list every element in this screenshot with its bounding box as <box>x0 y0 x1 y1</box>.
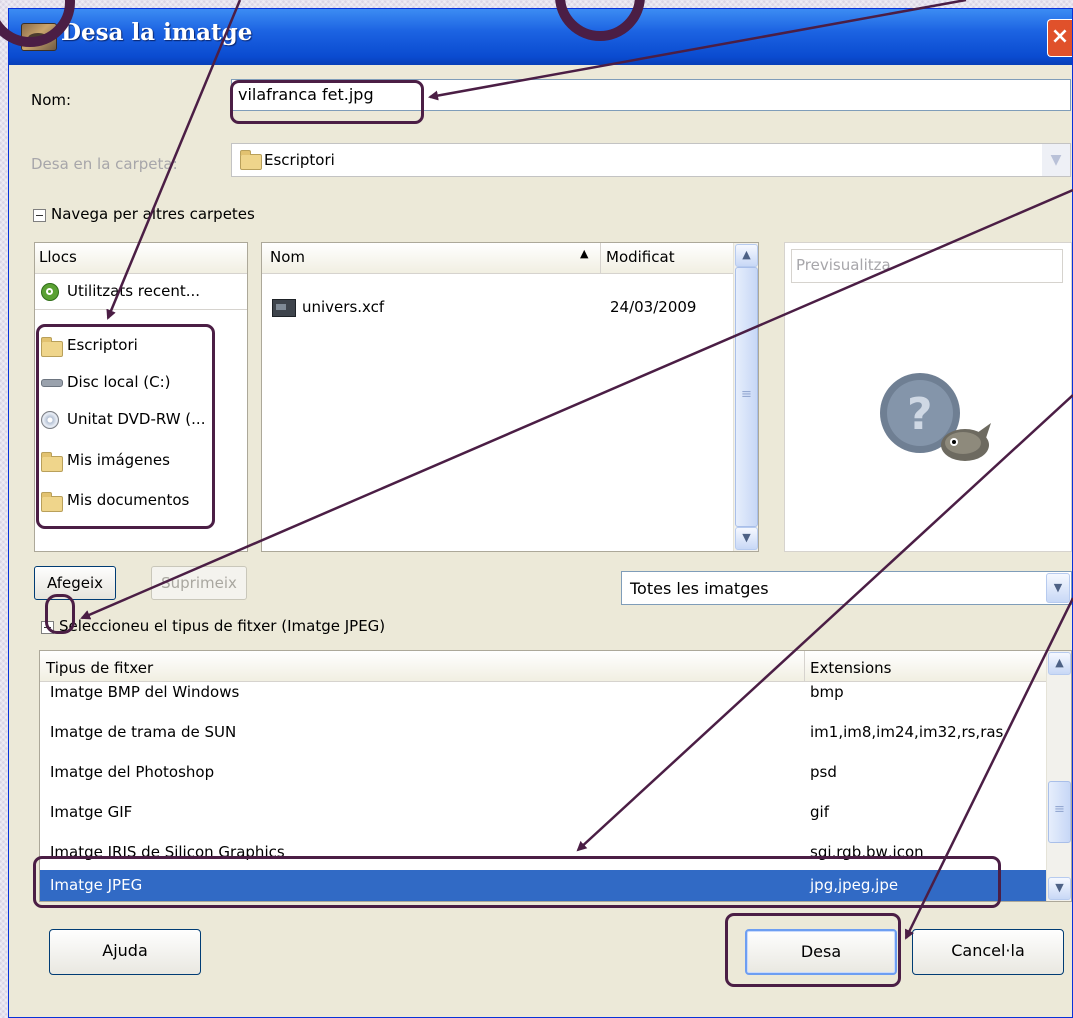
scroll-down-icon[interactable]: ▼ <box>1048 877 1071 900</box>
places-item-label: Utilitzats recent... <box>67 282 201 300</box>
places-header[interactable]: Llocs <box>35 243 247 274</box>
window-title: Desa la imatge <box>61 19 253 46</box>
scroll-up-icon[interactable]: ▲ <box>735 244 758 267</box>
browse-folders-expander[interactable]: Navega per altres carpetes <box>51 205 255 223</box>
file-modified: 24/03/2009 <box>610 298 697 316</box>
files-header: Nom ▲ Modificat <box>262 243 734 274</box>
gimp-app-icon <box>21 23 57 51</box>
column-name-header[interactable]: Nom <box>270 248 305 266</box>
cancel-button[interactable]: Cancel·la <box>912 929 1064 975</box>
filetype-extensions: psd <box>810 763 837 781</box>
filetype-scrollbar[interactable]: ▲ ▼ <box>1046 651 1071 901</box>
scroll-up-icon[interactable]: ▲ <box>1048 652 1071 675</box>
filetype-row[interactable]: Imatge GIF gif <box>40 793 1048 833</box>
gimp-preview-icon: ? <box>880 373 991 461</box>
filetype-name: Imatge GIF <box>50 803 133 821</box>
filetype-name: Imatge BMP del Windows <box>50 683 240 701</box>
filetype-expander[interactable]: Seleccioneu el tipus de fitxer (Imatge J… <box>59 617 385 635</box>
column-modified-header[interactable]: Modificat <box>606 248 675 266</box>
annotation-filename-box <box>230 80 424 124</box>
filetype-row[interactable]: Imatge de trama de SUN im1,im8,im24,im32… <box>40 713 1048 753</box>
filetype-extensions: bmp <box>810 683 844 701</box>
preview-pane: Previsualitza ? <box>784 242 1072 552</box>
filetype-name: Imatge de trama de SUN <box>50 723 237 741</box>
save-in-folder-label: Desa en la carpeta: <box>31 155 178 173</box>
chevron-down-icon[interactable]: ▼ <box>1046 573 1070 603</box>
places-item-recent[interactable]: Utilitzats recent... <box>35 274 247 310</box>
scroll-thumb[interactable] <box>735 267 758 527</box>
filetype-extensions: im1,im8,im24,im32,rs,ras <box>810 723 1004 741</box>
preview-label-box: Previsualitza <box>791 249 1063 283</box>
file-filter-value: Totes les imatges <box>630 579 769 598</box>
add-bookmark-button[interactable]: Afegeix <box>34 566 116 600</box>
close-button[interactable]: × <box>1047 19 1072 57</box>
annotation-jpeg-row-box <box>33 856 1001 908</box>
filetype-name: Imatge del Photoshop <box>50 763 215 781</box>
folder-icon <box>240 150 262 170</box>
chevron-down-icon[interactable]: ▼ <box>1042 144 1070 176</box>
name-label: Nom: <box>31 91 72 109</box>
save-in-folder-combo[interactable]: Escriptori ▼ <box>231 143 1071 177</box>
file-row[interactable]: univers.xcf 24/03/2009 <box>262 293 734 323</box>
annotation-places-box <box>36 324 215 529</box>
column-divider <box>600 243 601 273</box>
places-header-label: Llocs <box>39 248 77 266</box>
scroll-down-icon[interactable]: ▼ <box>735 527 758 550</box>
preview-label: Previsualitza <box>796 256 891 274</box>
title-bar[interactable]: Desa la imatge × <box>9 9 1072 65</box>
svg-text:?: ? <box>907 389 933 440</box>
xcf-file-icon <box>272 299 296 317</box>
files-pane: Nom ▲ Modificat univers.xcf 24/03/2009 ▲… <box>261 242 759 552</box>
scroll-thumb[interactable] <box>1048 781 1071 843</box>
annotation-save-button-box <box>725 913 901 987</box>
annotation-expander-box <box>45 594 75 634</box>
help-button[interactable]: Ajuda <box>49 929 201 975</box>
recent-icon <box>41 283 59 301</box>
remove-bookmark-button[interactable]: Suprimeix <box>151 566 247 600</box>
file-filter-combo[interactable]: Totes les imatges ▼ <box>621 571 1072 605</box>
sort-ascending-icon: ▲ <box>580 247 589 260</box>
save-in-folder-value: Escriptori <box>264 151 335 169</box>
filetype-row[interactable]: Imatge BMP del Windows bmp <box>40 673 1048 713</box>
filetype-extensions: gif <box>810 803 829 821</box>
filetype-row[interactable]: Imatge del Photoshop psd <box>40 753 1048 793</box>
browse-expander-icon[interactable] <box>33 209 46 222</box>
file-name: univers.xcf <box>302 298 385 316</box>
files-scrollbar[interactable]: ▲ ▼ <box>733 243 758 551</box>
